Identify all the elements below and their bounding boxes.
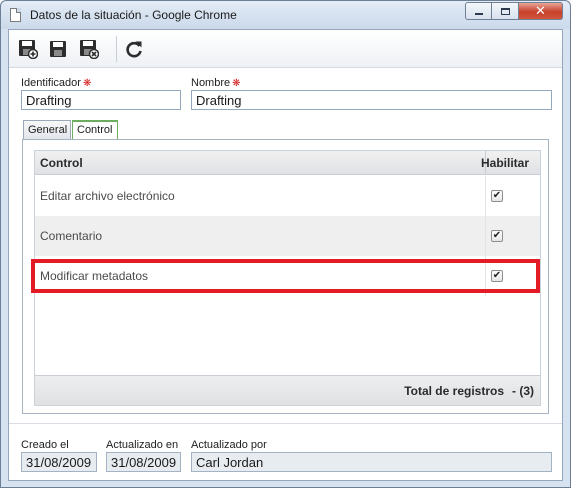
dialog-content: Identificador ❋ Drafting Nombre ❋ Drafting… (8, 29, 563, 481)
grid-header: Control Habilitar (35, 151, 540, 175)
page-icon (10, 8, 21, 22)
column-header-habilitar[interactable]: Habilitar (476, 156, 534, 170)
creado-label: Creado el (21, 439, 69, 451)
identificador-field[interactable]: Drafting (21, 90, 181, 110)
habilitar-checkbox[interactable]: ✔ (491, 230, 503, 242)
browser-window: Datos de la situación - Google Chrome ✕ (0, 0, 571, 488)
actualizado-por-label: Actualizado por (191, 439, 267, 451)
close-icon: ✕ (535, 3, 546, 18)
title-bar: Datos de la situación - Google Chrome ✕ (1, 1, 570, 29)
footer-divider (9, 423, 562, 424)
refresh-icon (126, 41, 142, 58)
column-header-control[interactable]: Control (40, 156, 83, 170)
nombre-label-text: Nombre (191, 77, 231, 89)
table-row[interactable]: Editar archivo electrónico ✔ (35, 176, 540, 216)
close-button[interactable]: ✕ (519, 2, 563, 20)
window-controls: ✕ (465, 2, 563, 20)
nombre-field[interactable]: Drafting (191, 90, 552, 110)
required-icon: ❋ (82, 78, 92, 89)
total-records-label: Total de registros (404, 384, 504, 398)
habilitar-checkbox[interactable]: ✔ (491, 190, 503, 202)
save-new-button[interactable] (17, 38, 39, 60)
cell-divider (485, 176, 486, 216)
toolbar-separator (116, 36, 117, 62)
actualizado-en-label: Actualizado en (106, 439, 179, 451)
total-records: Total de registros - (3) (404, 384, 534, 398)
row-control-label: Comentario (40, 229, 103, 243)
nombre-label: Nombre ❋ (191, 77, 241, 89)
grid-footer: Total de registros - (3) (35, 375, 540, 405)
identificador-label-text: Identificador (21, 77, 81, 89)
creado-field: 31/08/2009 (21, 452, 97, 472)
actualizado-por-field: Carl Jordan (191, 452, 552, 472)
minimize-icon (474, 13, 483, 15)
save-close-icon (80, 40, 99, 59)
save-new-icon (19, 40, 38, 59)
tab-general[interactable]: General (23, 120, 71, 139)
identificador-label: Identificador ❋ (21, 77, 91, 89)
actualizado-en-field: 31/08/2009 (106, 452, 181, 472)
window-title: Datos de la situación - Google Chrome (30, 8, 237, 22)
table-row[interactable]: Comentario ✔ (35, 216, 540, 256)
save-close-button[interactable] (78, 38, 100, 60)
tab-control[interactable]: Control (72, 120, 118, 140)
minimize-button[interactable] (465, 2, 492, 20)
save-button[interactable] (47, 38, 69, 60)
cell-divider (485, 216, 486, 256)
maximize-button[interactable] (492, 2, 519, 20)
required-icon: ❋ (232, 78, 241, 89)
total-records-count: - (3) (512, 384, 534, 398)
toolbar (9, 30, 562, 68)
save-icon (50, 41, 66, 57)
row-highlight-box (31, 259, 540, 293)
maximize-icon (500, 7, 510, 15)
refresh-button[interactable] (123, 38, 145, 60)
row-control-label: Editar archivo electrónico (40, 189, 175, 203)
